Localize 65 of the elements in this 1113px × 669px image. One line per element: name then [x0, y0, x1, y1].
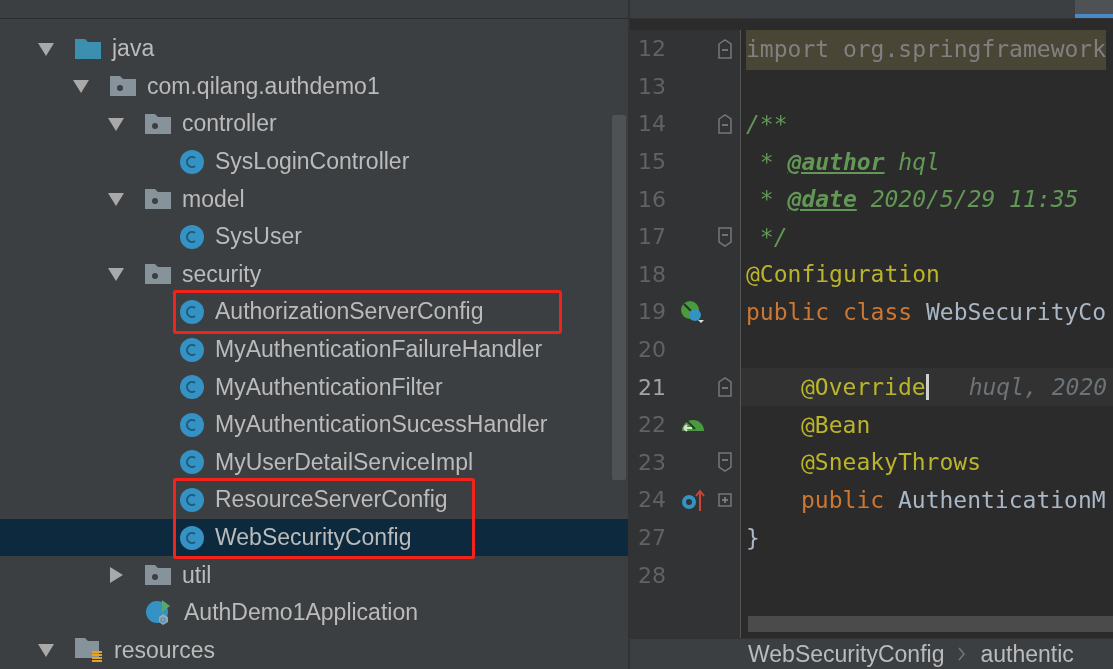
- class-icon: [180, 525, 204, 550]
- tree-item[interactable]: MyUserDetailServiceImpl: [180, 443, 474, 482]
- package-folder-icon: [145, 114, 171, 134]
- package-folder-icon: [145, 565, 171, 586]
- chevron-icon: [958, 647, 967, 661]
- package-folder-icon: [145, 189, 171, 210]
- override-icon[interactable]: [680, 487, 706, 512]
- folder-icon: [75, 38, 101, 59]
- tree-item[interactable]: ResourceServerConfig: [180, 481, 448, 519]
- package-folder-icon: [110, 76, 136, 97]
- code-line: * @date 2020/5/29 11:35: [758, 185, 1080, 215]
- class-icon: [180, 299, 204, 324]
- fold-icon[interactable]: [718, 377, 732, 398]
- code-line: * @author hql: [758, 147, 941, 177]
- code-line: */: [758, 222, 789, 252]
- text-caret: [925, 374, 929, 401]
- code-line: @SneakyThrows: [800, 448, 982, 478]
- fold-icon[interactable]: [718, 226, 732, 247]
- tree-item[interactable]: AuthDemo1Application: [145, 593, 418, 632]
- tree-item[interactable]: resources: [75, 631, 215, 669]
- class-icon: [180, 412, 204, 437]
- tree-item[interactable]: AuthorizationServerConfig: [180, 293, 484, 331]
- class-icon: [180, 487, 204, 512]
- scrollbar[interactable]: [748, 616, 1113, 632]
- tree-item[interactable]: MyAuthenticationSucessHandler: [180, 405, 548, 444]
- expand-icon[interactable]: [718, 492, 732, 507]
- code-line: @Configuration: [745, 260, 941, 290]
- code-line: public AuthenticationM: [800, 485, 1107, 515]
- line-number: 21: [638, 374, 667, 400]
- tree-item[interactable]: MyAuthenticationFilter: [180, 368, 443, 406]
- tree-item[interactable]: SysLoginController: [180, 142, 410, 181]
- expanded-arrow-icon[interactable]: [38, 40, 54, 57]
- expanded-arrow-icon[interactable]: [108, 116, 124, 132]
- breadcrumb[interactable]: WebSecurityConfig: [748, 640, 945, 668]
- collapsed-arrow-icon[interactable]: [108, 567, 124, 584]
- tree-item[interactable]: SysUser: [180, 217, 302, 256]
- code-line: @Bean: [800, 410, 872, 440]
- class-icon: [180, 149, 204, 174]
- package-folder-icon: [145, 264, 171, 285]
- class-icon: [180, 375, 204, 400]
- code-line: public class WebSecurityCo: [745, 297, 1108, 327]
- fold-icon[interactable]: [718, 452, 732, 473]
- tree-item[interactable]: com.qilang.authdemo1: [110, 67, 380, 106]
- editor-tab[interactable]: [1075, 0, 1113, 18]
- tree-item[interactable]: MyAuthenticationFailureHandler: [180, 330, 543, 369]
- tree-item[interactable]: java: [75, 30, 155, 68]
- expanded-arrow-icon[interactable]: [108, 191, 124, 208]
- class-icon: [180, 224, 204, 249]
- class-icon: [180, 450, 204, 475]
- tree-item[interactable]: controller: [145, 105, 277, 143]
- tree-item[interactable]: WebSecurityConfig: [180, 518, 448, 557]
- fold-icon[interactable]: [718, 114, 732, 134]
- code-line: }: [745, 523, 761, 553]
- spring-bean-icon[interactable]: [680, 299, 706, 324]
- expanded-arrow-icon[interactable]: [38, 642, 54, 659]
- class-icon: [180, 337, 204, 362]
- expanded-arrow-icon[interactable]: [73, 78, 89, 95]
- expanded-arrow-icon[interactable]: [108, 266, 124, 283]
- tree-item[interactable]: security: [145, 255, 262, 294]
- tree-item[interactable]: util: [145, 556, 212, 594]
- code-line: /**: [745, 110, 789, 139]
- tree-item[interactable]: model: [145, 180, 245, 218]
- resources-folder-icon: [75, 638, 103, 663]
- fold-icon[interactable]: [718, 38, 732, 59]
- breadcrumb[interactable]: authentic: [980, 640, 1074, 668]
